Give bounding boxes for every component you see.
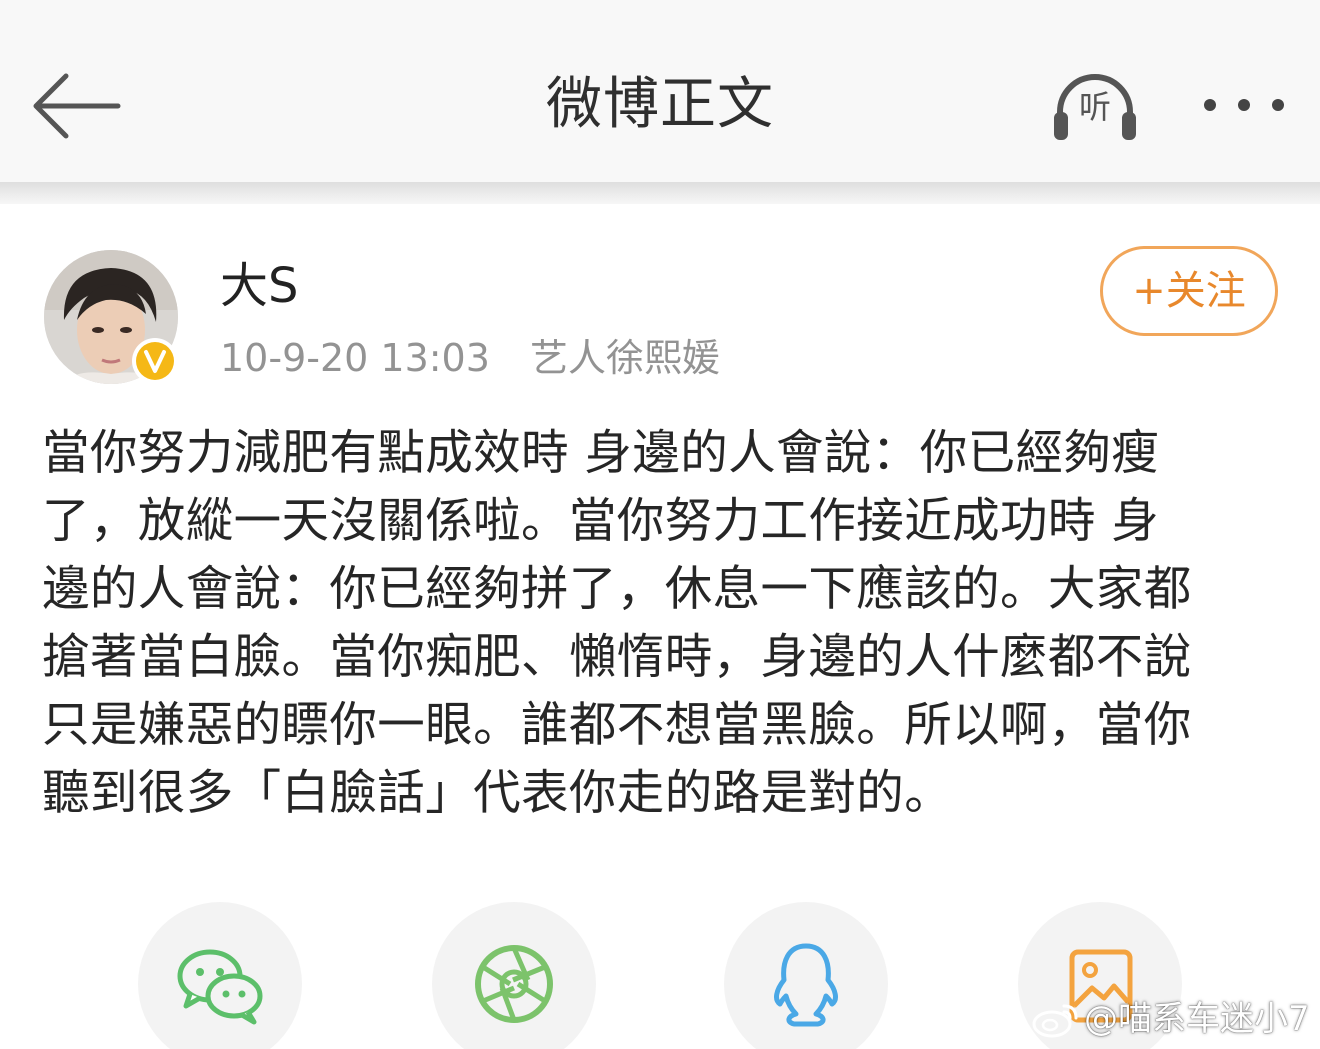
share-wechat-button[interactable] [138,902,302,1049]
more-dots-icon [1204,99,1284,111]
watermark-text: @喵系车迷小7 [1084,999,1310,1039]
share-qq-button[interactable] [724,902,888,1049]
post-text-line: 邊的人會說：你已經夠拼了，休息一下應該的。大家都 [42,562,1192,617]
more-options-button[interactable] [1194,82,1294,128]
qq-icon [774,943,838,1027]
post-content: 當你努力減肥有點成效時 身邊的人會說：你已經夠瘦 了，放縱一天沒關係啦。當你努力… [42,420,1282,828]
verified-badge-icon [132,338,178,384]
share-moments-button[interactable] [432,902,596,1049]
post-timestamp: 10-9-20 13:03 [220,336,490,380]
author-name[interactable]: 大S [220,256,298,316]
listen-button[interactable]: 听 [1048,66,1142,146]
post-text-line: 聽到很多「白臉話」代表你走的路是對的。 [42,766,953,821]
moments-icon [475,945,553,1023]
weibo-logo-icon [1032,1004,1078,1038]
top-bar-divider [0,182,1320,204]
follow-button[interactable]: +关注 [1100,246,1278,336]
post-text-line: 搶著當白臉。當你痴肥、懶惰時，身邊的人什麼都不說 [42,630,1192,685]
post-source: 艺人徐熙媛 [530,336,721,380]
post-text-line: 當你努力減肥有點成效時 身邊的人會說：你已經夠瘦 [42,426,1160,481]
top-bar: 微博正文 听 [0,0,1320,182]
listen-label: 听 [1078,88,1111,126]
post-text-line: 了，放縱一天沒關係啦。當你努力工作接近成功時 身 [42,494,1160,549]
post-text-line: 只是嫌惡的瞟你一眼。誰都不想當黑臉。所以啊，當你 [42,698,1192,753]
wechat-icon [177,949,263,1025]
